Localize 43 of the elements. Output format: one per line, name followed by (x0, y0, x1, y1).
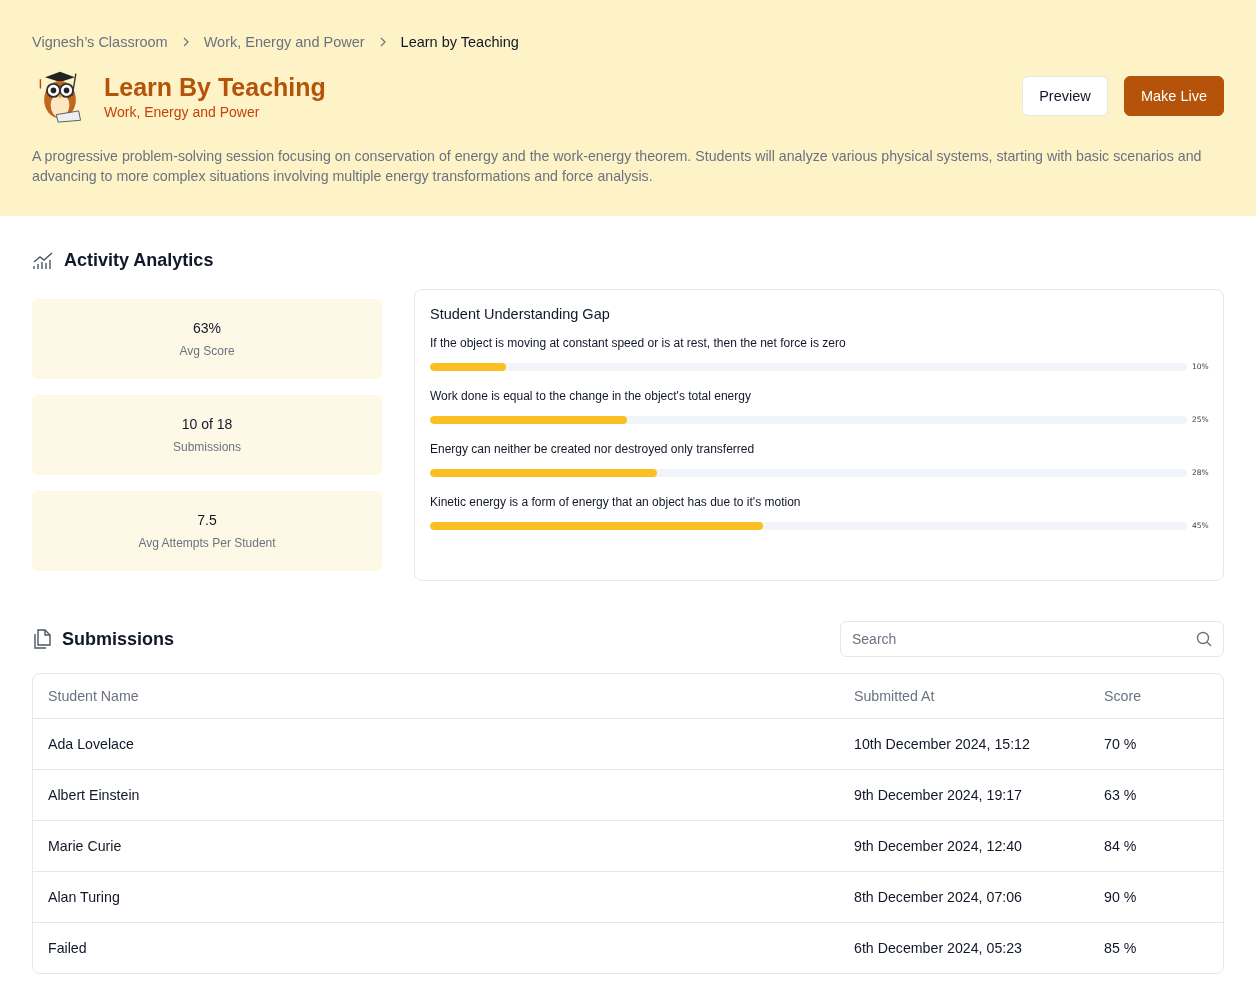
action-button[interactable]: Preview (1022, 76, 1108, 116)
stat-value: 7.5 (197, 512, 217, 528)
table-cell-text: 84 % (1104, 838, 1138, 854)
breadcrumb-link[interactable]: Vignesh’s Classroom (32, 34, 168, 50)
stat-label: Avg Attempts Per Student (138, 536, 276, 550)
section-title: Activity Analytics (64, 250, 214, 271)
table-cell-text: 9th December 2024, 19:17 (854, 787, 1023, 803)
page-title: Learn By Teaching (104, 72, 326, 102)
table-cell-text: 85 % (1104, 940, 1138, 956)
table-cell-text: 10th December 2024, 15:12 (854, 736, 1031, 752)
description-text: A progressive problem-solving session focusing on conservation of energy and the work-energy theorem. Students will analyze various physical systems, starting with basic scenarios and advancing to more complex situations involving multiple energy transformations and force analysis. (32, 147, 1203, 186)
table-cell-text: 9th December 2024, 12:40 (854, 838, 1023, 854)
breadcrumb-link[interactable]: Work, Energy and Power (203, 34, 365, 50)
breadcrumb-link[interactable]: Learn by Teaching (400, 34, 519, 50)
page-subtitle: Work, Energy and Power (104, 103, 261, 120)
panel-title: Student Understanding Gap (430, 306, 611, 322)
documents-icon (32, 628, 52, 650)
action-button[interactable]: Make Live (1124, 76, 1224, 116)
table-cell-text: 8th December 2024, 07:06 (854, 889, 1023, 905)
table-cell-text: Failed (48, 940, 88, 956)
table-cell-text: Marie Curie (48, 838, 123, 854)
concept-text: If the object is moving at constant speed or is at rest, then the net force is zero (430, 336, 847, 350)
concept-text: Kinetic energy is a form of energy that an object has due to it's motion (430, 495, 802, 509)
concept-text: Energy can neither be created nor destroyed only transferred (430, 442, 756, 456)
table-cell-text: Alan Turing (48, 889, 121, 905)
section-title: Submissions (62, 628, 175, 650)
table-cell-text: 6th December 2024, 05:23 (854, 940, 1023, 956)
table-cell-text: 63 % (1104, 787, 1138, 803)
column-header: Submitted At (854, 688, 936, 704)
column-header: Score (1104, 688, 1143, 704)
table-cell-text: Albert Einstein (48, 787, 141, 803)
search-icon (1196, 631, 1212, 647)
stat-value: 63% (193, 320, 221, 336)
concept-text: Work done is equal to the change in the object's total energy (430, 389, 752, 403)
search-field[interactable]: Search (840, 621, 1224, 657)
table-cell-text: Ada Lovelace (48, 736, 135, 752)
column-header: Student Name (48, 688, 140, 704)
table-cell-text: 90 % (1104, 889, 1138, 905)
stat-label: Avg Score (179, 344, 235, 358)
table-cell-text: 70 % (1104, 736, 1138, 752)
stat-label: Submissions (173, 440, 241, 454)
analytics-chart-icon (32, 250, 54, 271)
stat-value: 10 of 18 (181, 416, 233, 432)
